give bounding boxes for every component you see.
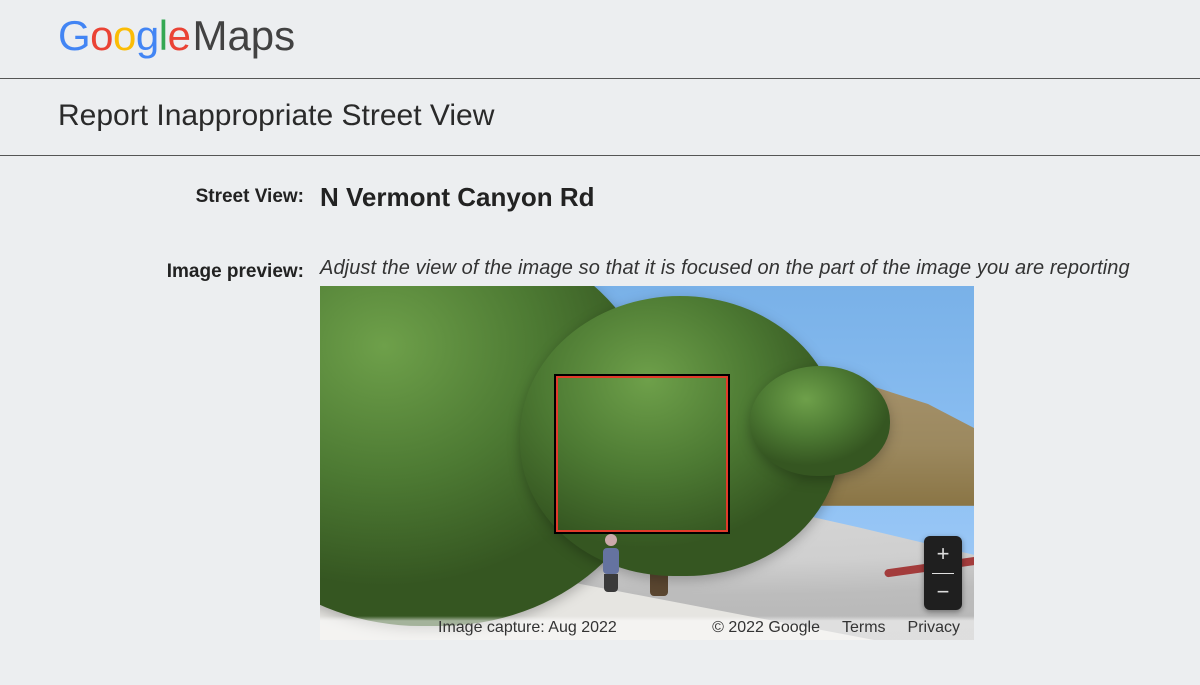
image-preview-label: Image preview:	[0, 257, 320, 640]
page-title: Report Inappropriate Street View	[0, 79, 1200, 155]
form-content: Street View: N Vermont Canyon Rd Image p…	[0, 156, 1200, 640]
google-logo: Google	[58, 12, 190, 59]
image-capture-date: Image capture: Aug 2022	[438, 619, 617, 637]
focus-selection-box[interactable]	[554, 374, 730, 534]
attribution-bar: Image capture: Aug 2022 © 2022 Google Te…	[320, 616, 974, 640]
zoom-out-button[interactable]: −	[924, 574, 962, 611]
street-view-value: N Vermont Canyon Rd	[320, 182, 1160, 213]
sv-tree	[750, 366, 890, 476]
zoom-in-button[interactable]: +	[924, 536, 962, 573]
privacy-link[interactable]: Privacy	[908, 619, 960, 637]
sv-pedestrian	[600, 534, 622, 590]
copyright-text: © 2022 Google	[712, 619, 820, 637]
street-view-preview[interactable]: + − Image capture: Aug 2022 © 2022 Googl…	[320, 286, 974, 640]
maps-logo-text: Maps	[192, 12, 295, 59]
street-view-label: Street View:	[0, 182, 320, 213]
image-preview-hint: Adjust the view of the image so that it …	[320, 257, 1160, 280]
zoom-control: + −	[924, 536, 962, 610]
header: GoogleMaps	[0, 0, 1200, 78]
terms-link[interactable]: Terms	[842, 619, 886, 637]
